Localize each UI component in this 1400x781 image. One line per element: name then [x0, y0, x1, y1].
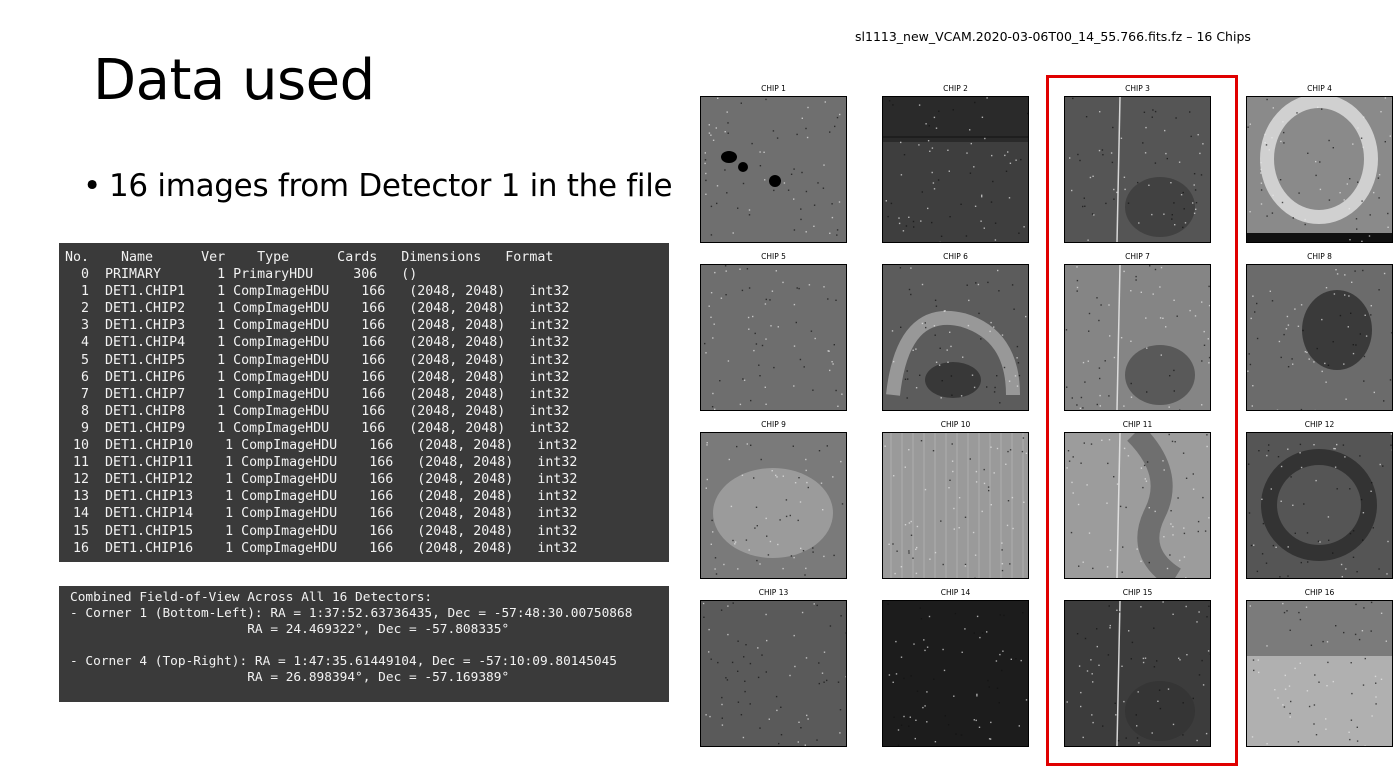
bullet-dot-icon: • [83, 168, 101, 204]
chip-image [700, 264, 847, 411]
hdu-table-row: 16 DET1.CHIP16 1 CompImageHDU 166 (2048,… [65, 540, 578, 556]
hdu-table-row: 1 DET1.CHIP1 1 CompImageHDU 166 (2048, 2… [65, 284, 570, 300]
chip-image [700, 432, 847, 579]
chip-label: CHIP 12 [1304, 420, 1335, 429]
chip-image [1246, 96, 1393, 243]
chip-label: CHIP 9 [761, 420, 786, 429]
chip-label: CHIP 1 [761, 84, 786, 93]
chip-label: CHIP 13 [758, 588, 789, 597]
hdu-table-row: 4 DET1.CHIP4 1 CompImageHDU 166 (2048, 2… [65, 335, 570, 351]
chip-label: CHIP 8 [1307, 252, 1332, 261]
hdu-table-row: 11 DET1.CHIP11 1 CompImageHDU 166 (2048,… [65, 455, 578, 471]
fov-line: RA = 26.898394°, Dec = -57.169389° [70, 670, 510, 686]
hdu-table-row: 14 DET1.CHIP14 1 CompImageHDU 166 (2048,… [65, 506, 578, 522]
fov-line: Combined Field-of-View Across All 16 Det… [70, 590, 433, 605]
column-highlight-box [1046, 75, 1238, 766]
figure-title: sl1113_new_VCAM.2020-03-06T00_14_55.766.… [855, 29, 1251, 44]
terminal-cut-line: ────────────────────────────────────────… [65, 243, 409, 251]
hdu-table-row: 13 DET1.CHIP13 1 CompImageHDU 166 (2048,… [65, 489, 578, 505]
fov-line [70, 638, 669, 654]
chip-image [882, 264, 1029, 411]
chip-image [1246, 264, 1393, 411]
chip-image [1246, 432, 1393, 579]
chip-image [882, 600, 1029, 747]
hdu-table-row: 6 DET1.CHIP6 1 CompImageHDU 166 (2048, 2… [65, 369, 570, 385]
slide-title: Data used [93, 48, 375, 113]
chip-image [700, 96, 847, 243]
chip-image [882, 96, 1029, 243]
hdu-table-row: 2 DET1.CHIP2 1 CompImageHDU 166 (2048, 2… [65, 301, 570, 317]
hdu-table-row: 3 DET1.CHIP3 1 CompImageHDU 166 (2048, 2… [65, 318, 570, 334]
chip-image [700, 600, 847, 747]
hdu-table-row: 9 DET1.CHIP9 1 CompImageHDU 166 (2048, 2… [65, 420, 570, 436]
chip-label: CHIP 2 [943, 84, 968, 93]
hdu-table-row: 12 DET1.CHIP12 1 CompImageHDU 166 (2048,… [65, 472, 578, 488]
chip-label: CHIP 5 [761, 252, 786, 261]
chip-label: CHIP 16 [1304, 588, 1335, 597]
chip-label: CHIP 10 [940, 420, 971, 429]
fov-terminal: Combined Field-of-View Across All 16 Det… [59, 586, 669, 702]
hdu-info-terminal: ────────────────────────────────────────… [59, 243, 669, 562]
hdu-table-row: 10 DET1.CHIP10 1 CompImageHDU 166 (2048,… [65, 438, 578, 454]
hdu-table-rows: 0 PRIMARY 1 PrimaryHDU 306 () 1 DET1.CHI… [65, 266, 669, 557]
fov-line: - Corner 4 (Top-Right): RA = 1:47:35.614… [70, 654, 618, 670]
hdu-table-row: 15 DET1.CHIP15 1 CompImageHDU 166 (2048,… [65, 523, 578, 539]
hdu-table-row: 5 DET1.CHIP5 1 CompImageHDU 166 (2048, 2… [65, 352, 570, 368]
hdu-table-row: 7 DET1.CHIP7 1 CompImageHDU 166 (2048, 2… [65, 386, 570, 402]
hdu-table-row: 8 DET1.CHIP8 1 CompImageHDU 166 (2048, 2… [65, 403, 570, 419]
chip-image [1246, 600, 1393, 747]
hdu-table-row: 0 PRIMARY 1 PrimaryHDU 306 () [65, 267, 418, 283]
hdu-table-header: No. Name Ver Type Cards Dimensions Forma… [65, 250, 554, 265]
chip-label: CHIP 4 [1307, 84, 1332, 93]
chip-label: CHIP 6 [943, 252, 968, 261]
fov-line: - Corner 1 (Bottom-Left): RA = 1:37:52.6… [70, 606, 633, 622]
bullet-point: • 16 images from Detector 1 in the file [83, 166, 673, 206]
fov-lines: Combined Field-of-View Across All 16 Det… [70, 590, 669, 687]
fov-line: RA = 24.469322°, Dec = -57.808335° [70, 622, 510, 638]
bullet-text: 16 images from Detector 1 in the file [109, 168, 673, 204]
chip-image [882, 432, 1029, 579]
chip-label: CHIP 14 [940, 588, 971, 597]
